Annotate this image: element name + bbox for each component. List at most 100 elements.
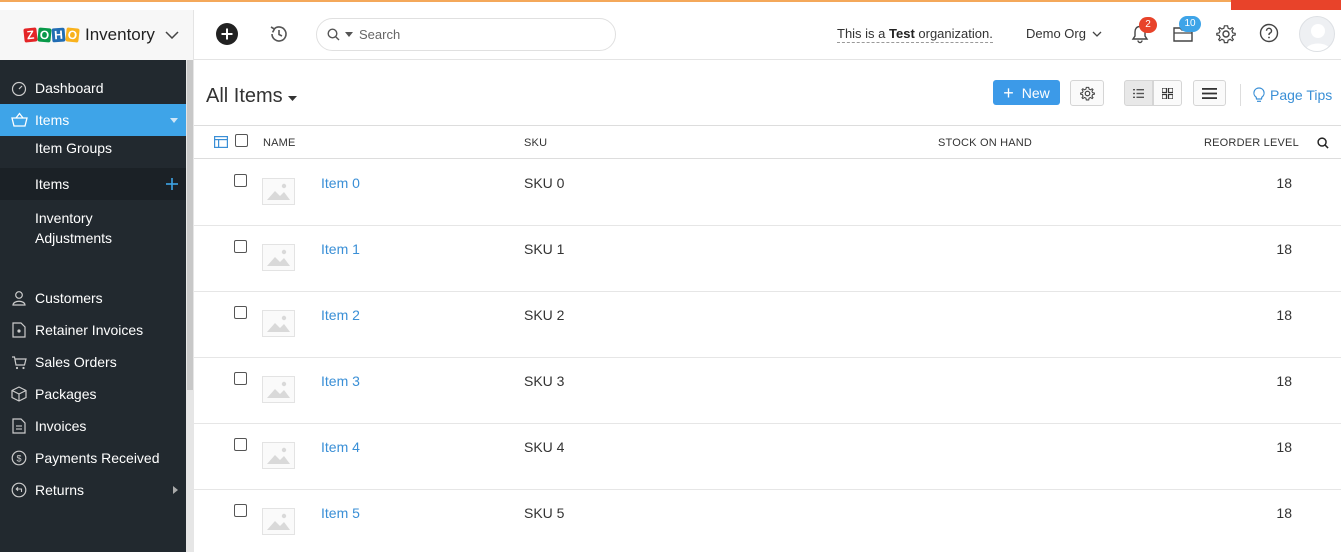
item-sku: SKU 2: [524, 307, 565, 323]
list-settings-button[interactable]: [1070, 80, 1104, 106]
item-image-placeholder: [262, 178, 295, 205]
sidebar-subitem-label: Inventory: [35, 210, 93, 226]
page-tips-link[interactable]: Page Tips: [1240, 84, 1332, 106]
row-checkbox[interactable]: [234, 504, 247, 517]
sidebar-item-label: Dashboard: [35, 80, 104, 96]
sidebar-subitem-label: Items: [35, 176, 70, 192]
page-tips-label: Page Tips: [1270, 87, 1333, 103]
item-name-link[interactable]: Item 0: [321, 175, 360, 191]
item-reorder-level: 18: [1276, 439, 1292, 455]
more-options-button[interactable]: [1193, 80, 1226, 106]
item-name-link[interactable]: Item 5: [321, 505, 360, 521]
hamburger-icon: [1202, 87, 1217, 99]
table-row[interactable]: Item 4 SKU 4 18: [194, 424, 1341, 490]
table-row[interactable]: Item 2 SKU 2 18: [194, 292, 1341, 358]
item-name-link[interactable]: Item 3: [321, 373, 360, 389]
column-customize-icon[interactable]: [214, 136, 228, 148]
search-icon: [327, 28, 340, 41]
new-button-label: New: [1021, 84, 1050, 101]
select-all-checkbox[interactable]: [235, 134, 248, 147]
table-row[interactable]: Item 1 SKU 1 18: [194, 226, 1341, 292]
sidebar-subitem-item-groups[interactable]: Item Groups: [0, 140, 186, 164]
row-checkbox[interactable]: [234, 240, 247, 253]
test-org-suffix: organization.: [914, 26, 993, 41]
column-header-name[interactable]: NAME: [263, 137, 296, 149]
org-name: Demo Org: [1026, 26, 1086, 41]
item-name-link[interactable]: Item 2: [321, 307, 360, 323]
item-sku: SKU 3: [524, 373, 565, 389]
search-icon[interactable]: [1317, 137, 1329, 149]
brand-switcher[interactable]: ZOHO Inventory: [0, 10, 194, 60]
sidebar-item-label: Customers: [35, 290, 103, 306]
test-org-notice[interactable]: This is a Test organization.: [837, 26, 993, 43]
caret-right-icon: [173, 486, 178, 494]
sidebar-item-items[interactable]: Items: [0, 104, 186, 136]
sidebar-item-packages[interactable]: Packages: [0, 378, 186, 410]
list-view-icon: [1133, 88, 1144, 98]
quick-create-icon[interactable]: [215, 22, 239, 46]
sidebar-subitem-items[interactable]: Items: [0, 168, 186, 200]
sidebar-item-retainer-invoices[interactable]: Retainer Invoices: [0, 314, 186, 346]
plus-icon: +: [1003, 82, 1014, 103]
sidebar-item-payments-received[interactable]: $ Payments Received: [0, 442, 186, 474]
search-input[interactable]: [359, 27, 579, 42]
gear-icon: [1079, 86, 1095, 100]
column-header-stock-on-hand[interactable]: STOCK ON HAND: [938, 137, 1032, 149]
sidebar-item-label: Items: [35, 112, 70, 128]
test-org-prefix: This is a: [837, 26, 890, 41]
page-title[interactable]: All Items: [206, 85, 297, 108]
help-icon[interactable]: [1259, 23, 1279, 43]
image-placeholder-icon: [267, 381, 290, 398]
search-box[interactable]: [316, 18, 616, 51]
sidebar-item-sales-orders[interactable]: Sales Orders: [0, 346, 186, 378]
sidebar-subitem-inventory-adjustments[interactable]: Inventory Adjustments: [0, 208, 186, 250]
payment-icon: $: [10, 449, 28, 467]
row-checkbox[interactable]: [234, 438, 247, 451]
new-item-button[interactable]: + New: [993, 80, 1060, 105]
test-org-word: Test: [889, 26, 915, 41]
sidebar-item-returns[interactable]: Returns: [0, 474, 186, 506]
table-row[interactable]: Item 3 SKU 3 18: [194, 358, 1341, 424]
caret-down-icon: [287, 95, 297, 101]
table-row[interactable]: Item 0 SKU 0 18: [194, 160, 1341, 226]
row-checkbox[interactable]: [234, 174, 247, 187]
item-name-link[interactable]: Item 1: [321, 241, 360, 257]
sidebar-item-label: Invoices: [35, 418, 87, 434]
list-view-button[interactable]: [1124, 80, 1153, 106]
org-switcher[interactable]: Demo Org: [1026, 26, 1102, 41]
sidebar-item-invoices[interactable]: Invoices: [0, 410, 186, 442]
sidebar-scrollbar-thumb[interactable]: [187, 60, 193, 390]
item-reorder-level: 18: [1276, 175, 1292, 191]
sidebar-subitem-label-line2: Adjustments: [35, 230, 113, 246]
column-header-sku[interactable]: SKU: [524, 137, 547, 149]
sidebar-item-dashboard[interactable]: Dashboard: [0, 72, 186, 104]
top-bar: ZOHO Inventory This is a Test organizati…: [0, 10, 1341, 60]
sidebar-item-label: Returns: [35, 482, 85, 498]
item-image-placeholder: [262, 508, 295, 535]
item-sku: SKU 1: [524, 241, 565, 257]
cart-icon: [10, 353, 28, 371]
table-header: NAME SKU STOCK ON HAND REORDER LEVEL: [194, 125, 1341, 159]
avatar[interactable]: [1299, 16, 1335, 52]
item-reorder-level: 18: [1276, 505, 1292, 521]
item-sku: SKU 4: [524, 439, 565, 455]
table-row[interactable]: Item 5 SKU 5 18: [194, 490, 1341, 556]
bell-badge: 2: [1139, 17, 1157, 33]
caret-down-icon[interactable]: [345, 32, 353, 37]
image-placeholder-icon: [267, 183, 290, 200]
sidebar-subitem-label: Item Groups: [35, 140, 113, 156]
grid-view-icon: [1162, 87, 1173, 99]
sidebar-item-label: Payments Received: [35, 450, 160, 466]
user-icon: [10, 289, 28, 307]
grid-view-button[interactable]: [1153, 80, 1182, 106]
history-icon[interactable]: [268, 23, 290, 45]
add-item-icon[interactable]: [166, 178, 178, 190]
row-checkbox[interactable]: [234, 306, 247, 319]
sidebar-item-label: Retainer Invoices: [35, 322, 144, 338]
column-header-reorder-level[interactable]: REORDER LEVEL: [1204, 137, 1299, 149]
item-name-link[interactable]: Item 4: [321, 439, 360, 455]
gear-icon[interactable]: [1216, 24, 1236, 44]
sidebar-item-customers[interactable]: Customers: [0, 282, 186, 314]
top-accent-bar: [0, 0, 1341, 2]
row-checkbox[interactable]: [234, 372, 247, 385]
